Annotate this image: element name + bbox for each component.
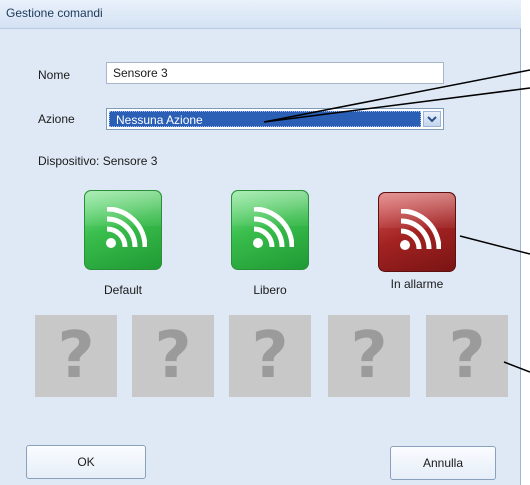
callout-lines bbox=[263, 69, 530, 373]
callout-line-slots bbox=[503, 361, 530, 373]
callout-line-state bbox=[459, 235, 530, 255]
callout-line-action-2 bbox=[263, 87, 530, 123]
callout-line-action bbox=[263, 69, 530, 123]
